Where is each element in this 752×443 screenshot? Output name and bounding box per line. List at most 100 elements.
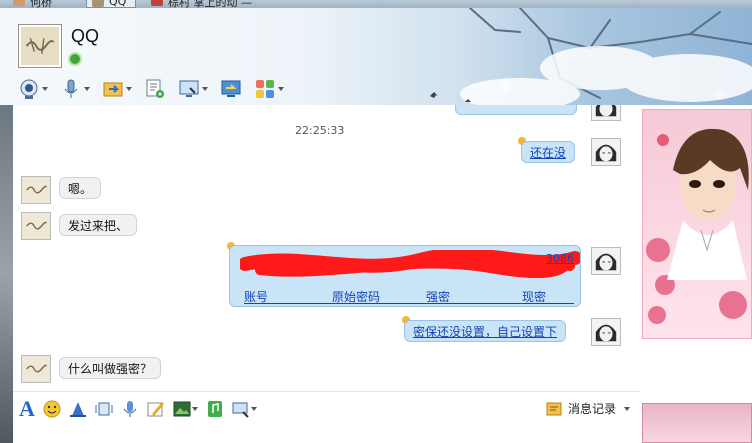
- chevron-down-icon[interactable]: [84, 87, 90, 91]
- emoticon-icon: [43, 400, 61, 417]
- calligraphy-avatar-icon: [26, 185, 47, 194]
- message-text: 嗯。: [68, 182, 93, 196]
- my-avatar[interactable]: [591, 318, 621, 346]
- video-call-button[interactable]: [18, 78, 48, 100]
- sms-button[interactable]: [144, 78, 166, 100]
- message-area[interactable]: 22:25:33 还在没 嗯。 发过来把、 3086 账号 原始密码 强密 现密…: [13, 105, 640, 391]
- tab-chat-3[interactable]: 棕村 掌上的动 —: [146, 0, 258, 8]
- music-button[interactable]: [206, 400, 224, 418]
- send-file-icon: [103, 82, 123, 97]
- message-text[interactable]: 还在没: [530, 146, 566, 160]
- screen-share-icon: [221, 80, 241, 97]
- contact-avatar-small[interactable]: [21, 176, 51, 204]
- contact-avatar-icon: [13, 0, 25, 6]
- remote-assist-icon: [179, 80, 199, 97]
- cartoon-boy-image: [646, 128, 749, 324]
- account-table-bubble: 3086 账号 原始密码 强密 现密: [229, 245, 581, 307]
- my-avatar[interactable]: [591, 138, 621, 166]
- voice-message-button[interactable]: [121, 400, 139, 418]
- chevron-down-icon[interactable]: [202, 87, 208, 91]
- image-icon: [173, 401, 191, 416]
- tab-label: QQ: [109, 0, 127, 8]
- column-account: 账号: [244, 290, 269, 304]
- sms-icon: [146, 79, 164, 98]
- show-panel: [640, 105, 752, 443]
- desktop-edge: [0, 105, 13, 443]
- screenshot-icon: [232, 402, 249, 418]
- chevron-down-icon[interactable]: [191, 406, 198, 411]
- magic-expression-button[interactable]: [69, 400, 87, 418]
- redaction-scribble: [240, 250, 580, 279]
- message-bubble-partial: [455, 105, 577, 115]
- account-number-tail[interactable]: 3086: [546, 252, 574, 265]
- calligraphy-avatar-icon: [25, 38, 55, 54]
- webcam-icon: [20, 79, 38, 99]
- contact-avatar-small[interactable]: [21, 355, 51, 383]
- chevron-down-icon[interactable]: [42, 87, 48, 91]
- message-bubble: 还在没: [521, 141, 576, 163]
- music-icon: [207, 400, 222, 417]
- chevron-down-icon[interactable]: [624, 406, 630, 411]
- voice-message-icon: [123, 400, 137, 417]
- avatar-show-card[interactable]: [642, 109, 752, 339]
- contact-name: QQ: [71, 26, 100, 46]
- message-text[interactable]: 密保还没设置，自己设置下: [413, 325, 557, 339]
- tab-strip: 何桥 QQ 棕村 掌上的动 —: [0, 0, 752, 8]
- send-file-button[interactable]: [102, 78, 132, 100]
- screenshot-button[interactable]: [232, 400, 257, 418]
- message-history-button[interactable]: 消息记录: [546, 400, 630, 417]
- shake-icon: [95, 402, 113, 415]
- my-avatar[interactable]: [591, 105, 621, 121]
- tab-chat-1[interactable]: 何桥: [8, 0, 58, 8]
- handwriting-icon: [147, 401, 164, 416]
- chevron-down-icon[interactable]: [250, 406, 257, 411]
- voice-call-button[interactable]: [60, 78, 90, 100]
- tab-label: 棕村 掌上的动 —: [168, 0, 252, 8]
- column-strong-password: 强密: [426, 290, 451, 304]
- calligraphy-avatar-icon: [26, 364, 47, 373]
- message-input[interactable]: [13, 425, 640, 443]
- remote-assist-button[interactable]: [178, 78, 208, 100]
- online-status-icon: [68, 52, 82, 66]
- user-avatar-icon: [595, 144, 617, 162]
- handwriting-button[interactable]: [147, 400, 165, 418]
- chevron-down-icon[interactable]: [278, 87, 284, 91]
- user-avatar-icon: [595, 253, 617, 271]
- user-avatar-icon: [595, 324, 617, 342]
- table-header: 账号 原始密码 强密 现密: [244, 288, 574, 304]
- contact-avatar-small[interactable]: [21, 212, 51, 240]
- message-bubble: 什么叫做强密？: [59, 357, 162, 379]
- calligraphy-avatar-icon: [26, 221, 47, 230]
- apps-icon: [256, 80, 274, 98]
- shake-button[interactable]: [95, 400, 113, 418]
- message-bubble: 密保还没设置，自己设置下: [404, 320, 567, 342]
- tab-chat-active[interactable]: QQ: [86, 0, 136, 8]
- user-avatar-icon: [595, 105, 617, 117]
- chat-header: QQ: [0, 8, 752, 105]
- chevron-down-icon[interactable]: [126, 87, 132, 91]
- contact-avatar-icon: [151, 0, 163, 6]
- column-current-password: 现密: [522, 290, 547, 304]
- font-icon[interactable]: A: [19, 397, 35, 419]
- message-history-label: 消息记录: [567, 402, 616, 416]
- chat-toolbar: [18, 76, 296, 102]
- message-text: 发过来把、: [68, 219, 129, 233]
- message-bubble: 嗯。: [59, 177, 102, 199]
- send-image-button[interactable]: [173, 400, 198, 418]
- contact-avatar[interactable]: [18, 24, 62, 68]
- contact-avatar-icon: [92, 0, 104, 7]
- microphone-icon: [64, 79, 78, 98]
- message-timestamp: 22:25:33: [295, 124, 345, 137]
- emoticon-button[interactable]: [43, 400, 61, 418]
- message-bubble: 发过来把、: [59, 214, 138, 236]
- input-toolbar: A 消息记录: [13, 391, 640, 425]
- message-text: 什么叫做强密？: [68, 362, 153, 376]
- decor-strip: [642, 403, 752, 443]
- apps-button[interactable]: [254, 78, 284, 100]
- history-icon: [546, 402, 562, 415]
- magic-hat-icon: [69, 401, 86, 417]
- tab-label: 何桥: [30, 0, 52, 8]
- column-original-password: 原始密码: [332, 290, 381, 304]
- screen-share-button[interactable]: [220, 78, 242, 100]
- my-avatar[interactable]: [591, 247, 621, 275]
